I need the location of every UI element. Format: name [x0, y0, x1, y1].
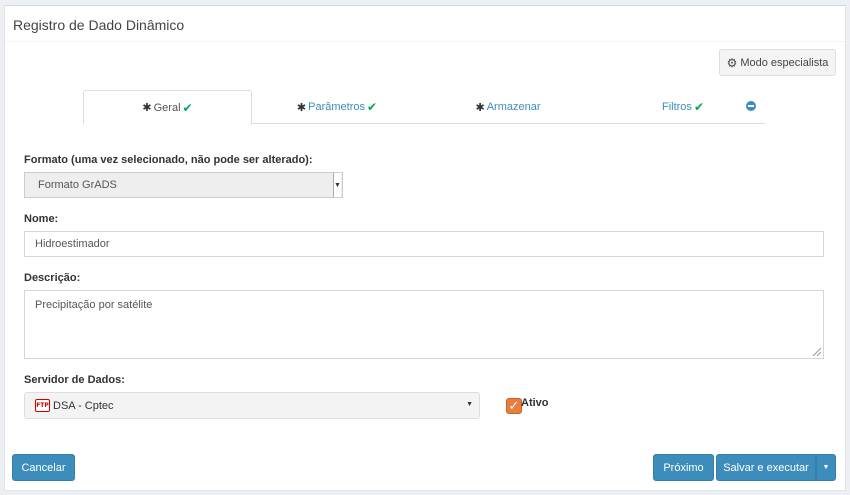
server-value: DSA - Cptec: [53, 399, 114, 412]
tab-label: Parâmetros: [308, 101, 365, 113]
name-value: Hidroestimador: [35, 238, 110, 250]
active-checkbox[interactable]: ✓: [506, 398, 522, 414]
description-textarea[interactable]: Precipitação por satélite: [24, 290, 824, 359]
tab-geral[interactable]: ✱ Geral ✔: [83, 90, 252, 125]
asterisk-icon: ✱: [475, 101, 485, 114]
wizard-tabs: ✱ Geral ✔ ✱ Parâmetros ✔ ✱ Armazenar Fil…: [83, 90, 765, 125]
panel-header: Registro de Dado Dinâmico: [5, 6, 845, 42]
tab-label: Armazenar: [486, 101, 541, 113]
server-select[interactable]: FTP DSA - Cptec ▼: [24, 392, 480, 419]
next-button[interactable]: Próximo: [653, 454, 714, 481]
tab-filtros[interactable]: Filtros ✔: [658, 90, 708, 124]
page-title: Registro de Dado Dinâmico: [13, 17, 185, 33]
active-label: Ativo: [521, 397, 549, 409]
ftp-icon: FTP: [35, 399, 50, 412]
tab-label: Filtros: [661, 101, 692, 113]
save-execute-button[interactable]: Salvar e executar: [716, 454, 816, 481]
asterisk-icon: ✱: [296, 101, 307, 114]
caret-down-icon: ▼: [466, 401, 473, 408]
caret-down-icon: ▼: [822, 464, 830, 471]
description-label: Descrição:: [24, 272, 81, 284]
remove-tab-icon[interactable]: [746, 101, 756, 111]
name-input[interactable]: Hidroestimador: [24, 231, 824, 257]
main-panel: Registro de Dado Dinâmico ⚙ Modo especia…: [4, 5, 846, 491]
format-label: Formato (uma vez selecionado, não pode s…: [24, 154, 313, 166]
description-value: Precipitação por satélite: [35, 299, 153, 311]
check-icon: ✔: [182, 100, 193, 115]
cancel-button[interactable]: Cancelar: [12, 454, 75, 481]
expert-mode-label: Modo especialista: [740, 56, 829, 69]
check-icon: ✓: [508, 398, 520, 413]
save-options-dropdown[interactable]: ▼: [816, 454, 836, 481]
gear-icon: ⚙: [726, 55, 738, 70]
check-icon: ✔: [693, 100, 704, 114]
tab-parametros[interactable]: ✱ Parâmetros ✔: [293, 90, 381, 124]
tab-armazenar[interactable]: ✱ Armazenar: [473, 90, 543, 124]
name-label: Nome:: [24, 213, 59, 225]
resize-handle-icon[interactable]: [811, 346, 821, 356]
check-icon: ✔: [367, 100, 378, 114]
asterisk-icon: ✱: [142, 102, 152, 114]
tab-label: Geral: [153, 101, 181, 114]
server-label: Servidor de Dados:: [24, 374, 125, 386]
format-value: Formato GrADS: [38, 179, 117, 191]
format-select: Formato GrADS ▼: [24, 172, 343, 198]
expert-mode-button[interactable]: ⚙ Modo especialista: [719, 49, 836, 76]
caret-down-icon: ▼: [333, 173, 341, 197]
